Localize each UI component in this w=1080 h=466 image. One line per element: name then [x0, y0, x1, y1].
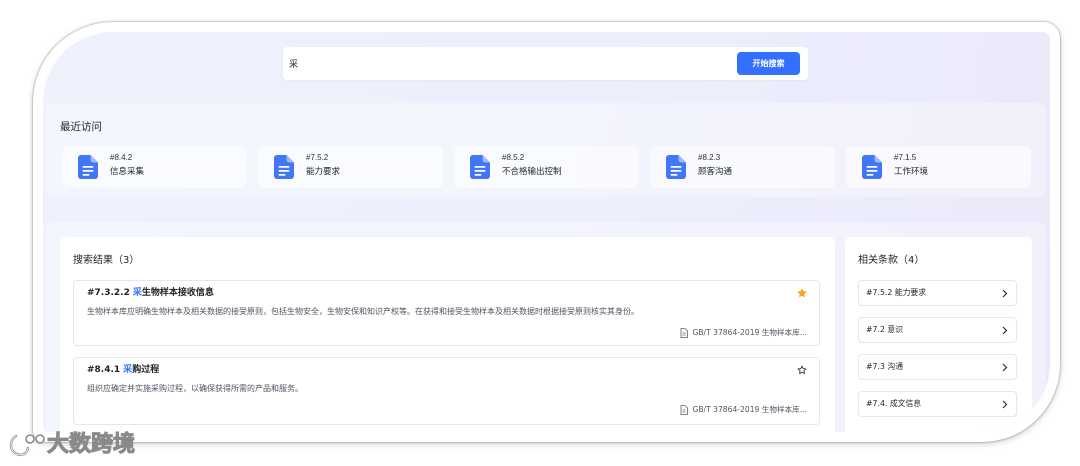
related-clauses-panel: 相关条款（4） #7.5.2 能力要求 #7.2 意识 #7.3 沟通 #7.4… [845, 237, 1032, 432]
star-filled-icon[interactable] [797, 288, 807, 298]
chevron-right-icon [1002, 326, 1008, 335]
recent-item-card[interactable]: #7.5.2 能力要求 [258, 146, 443, 188]
recent-visits-list: #8.4.2 信息采集 #7.5.2 能力要求 #8.5.2 不合格输出控制 #… [62, 146, 1031, 188]
recent-item-card[interactable]: #8.5.2 不合格输出控制 [454, 146, 639, 188]
search-result-item[interactable]: #8.4.1 采购过程 组织应确定并实施采购过程，以确保获得所需的产品和服务。 G… [73, 357, 820, 425]
result-title-text: 购过程 [132, 365, 160, 375]
result-description: 生物样本库应明确生物样本及相关数据的接受原则，包括生物安全，生物安保和知识产权等… [87, 307, 639, 316]
chevron-right-icon [1002, 363, 1008, 372]
related-clause-label: #7.3 沟通 [866, 362, 904, 371]
star-outline-icon[interactable] [797, 365, 807, 375]
main-content: 搜索结果（3） #7.3.2.2 采生物样本接收信息 生物样本库应明确生物样本及相… [46, 222, 1046, 432]
document-icon [274, 155, 294, 179]
search-results-panel: 搜索结果（3） #7.3.2.2 采生物样本接收信息 生物样本库应明确生物样本及相… [60, 237, 835, 432]
result-source[interactable]: GB/T 37864-2019 生物样本库... [680, 404, 807, 415]
search-results-title: 搜索结果（3） [73, 255, 140, 266]
recent-item-code: #8.4.2 [110, 153, 133, 162]
result-clause-code: #7.3.2.2 [87, 288, 130, 298]
watermark-logo [9, 434, 45, 456]
recent-visits-section: 最近访问 #8.4.2 信息采集 #7.5.2 能力要求 #8.5.2 不合格输… [46, 103, 1046, 197]
recent-item-label: 信息采集 [110, 167, 145, 177]
document-outline-icon [681, 404, 689, 415]
screenshot-frame: 开始搜索 最近访问 #8.4.2 信息采集 [33, 22, 1060, 442]
search-input[interactable] [289, 55, 719, 71]
recent-item-code: #8.2.3 [698, 153, 721, 162]
document-icon [470, 155, 490, 179]
related-clauses-title: 相关条款（4） [858, 255, 925, 266]
search-keyword-highlight: 采 [132, 288, 142, 298]
related-clause-label: #7.5.2 能力要求 [866, 288, 927, 297]
recent-item-code: #7.5.2 [306, 153, 329, 162]
search-bar: 开始搜索 [283, 47, 808, 80]
recent-item-label: 不合格输出控制 [502, 167, 562, 177]
document-icon [666, 155, 686, 179]
chevron-right-icon [1002, 289, 1008, 298]
recent-item-code: #7.1.5 [894, 153, 917, 162]
related-clause-item[interactable]: #7.2 意识 [858, 317, 1017, 343]
related-clause-item[interactable]: #7.4. 成文信息 [858, 391, 1017, 417]
result-title[interactable]: #8.4.1 采购过程 [87, 364, 159, 376]
watermark-text: 大数跨境 [46, 432, 136, 458]
app-screen: 开始搜索 最近访问 #8.4.2 信息采集 [43, 32, 1050, 432]
related-clause-label: #7.4. 成文信息 [866, 399, 922, 408]
recent-item-label: 工作环境 [894, 167, 929, 177]
search-keyword-highlight: 采 [123, 365, 133, 375]
recent-item-card[interactable]: #8.4.2 信息采集 [62, 146, 247, 188]
recent-visits-title: 最近访问 [60, 121, 102, 133]
result-description: 组织应确定并实施采购过程，以确保获得所需的产品和服务。 [87, 384, 303, 393]
related-clause-item[interactable]: #7.3 沟通 [858, 354, 1017, 380]
start-search-button[interactable]: 开始搜索 [737, 52, 800, 75]
result-title-text: 生物样本接收信息 [141, 288, 214, 298]
document-icon [862, 155, 882, 179]
related-clause-label: #7.2 意识 [866, 325, 904, 334]
result-source-label: GB/T 37864-2019 生物样本库... [692, 405, 807, 414]
recent-item-card[interactable]: #8.2.3 顾客沟通 [650, 146, 835, 188]
document-outline-icon [681, 327, 689, 338]
result-title[interactable]: #7.3.2.2 采生物样本接收信息 [87, 287, 214, 299]
recent-item-code: #8.5.2 [502, 153, 525, 162]
recent-item-label: 顾客沟通 [698, 167, 733, 177]
chevron-right-icon [1002, 400, 1008, 409]
result-source[interactable]: GB/T 37864-2019 生物样本库... [680, 327, 807, 338]
result-source-label: GB/T 37864-2019 生物样本库... [692, 328, 807, 337]
search-result-item[interactable]: #7.3.2.2 采生物样本接收信息 生物样本库应明确生物样本及相关数据的接受原则… [73, 280, 820, 346]
document-icon [78, 155, 98, 179]
related-clause-item[interactable]: #7.5.2 能力要求 [858, 280, 1017, 306]
result-clause-code: #8.4.1 [87, 365, 121, 375]
recent-item-card[interactable]: #7.1.5 工作环境 [846, 146, 1031, 188]
recent-item-label: 能力要求 [306, 167, 341, 177]
